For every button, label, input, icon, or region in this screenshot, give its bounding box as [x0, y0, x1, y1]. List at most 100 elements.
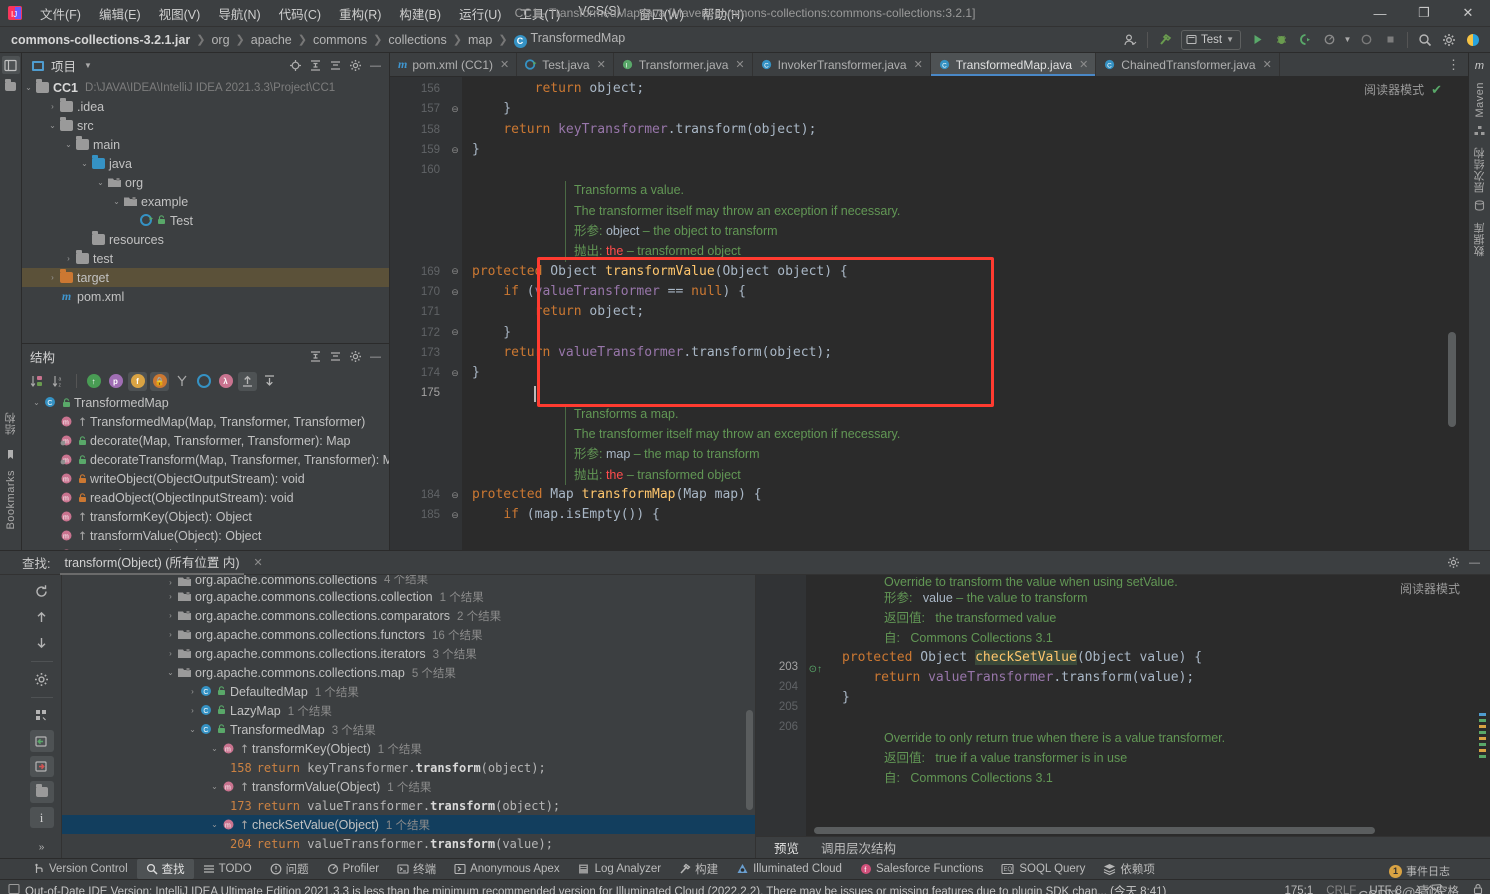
project-tree-node-3[interactable]: ⌄ java — [22, 154, 389, 173]
find-result-row-12[interactable]: 173 return valueTransformer.transform(obj… — [62, 796, 755, 815]
rail-label-maven[interactable]: Maven — [1474, 78, 1486, 122]
project-tree-node-1[interactable]: ⌄ src — [22, 116, 389, 135]
fold-marker[interactable]: ⊖ — [448, 262, 462, 282]
show-properties-icon[interactable]: p — [106, 372, 125, 391]
indent-setting[interactable]: 4 个空格 — [1415, 883, 1459, 894]
menu-item-10[interactable]: 窗口(W) — [630, 1, 693, 26]
rail-label-structure[interactable]: 结构 — [3, 408, 19, 439]
find-result-row-8[interactable]: ⌄ C TransformedMap 3 个结果 — [62, 720, 755, 739]
find-query-tab[interactable]: transform(Object) (所有位置 内) — [60, 551, 244, 575]
hide-panel-icon[interactable]: — — [366, 56, 385, 75]
breadcrumb-item-4[interactable]: collections — [385, 32, 449, 48]
breadcrumb-item-0[interactable]: commons-collections-3.2.1.jar — [8, 32, 193, 48]
tab-close-icon[interactable]: ✕ — [1079, 58, 1088, 71]
profile-button[interactable] — [1318, 29, 1340, 50]
find-result-row-14[interactable]: 204 return valueTransformer.transform(val… — [62, 834, 755, 853]
show-interfaces-icon[interactable] — [194, 372, 213, 391]
open-in-folder-icon[interactable] — [29, 781, 54, 803]
project-tree-node-2[interactable]: ⌄ main — [22, 135, 389, 154]
bottom-tool-Illuminated Cloud[interactable]: Illuminated Cloud — [727, 861, 851, 877]
preview-tab-0[interactable]: 预览 — [774, 838, 799, 857]
bottom-tool-SOQL Query[interactable]: EQ SOQL Query — [992, 861, 1094, 877]
tabs-more-icon[interactable]: ⋮ — [1441, 53, 1468, 76]
code-fold-gutter[interactable]: ⊖ ⊖ ⊖ ⊖ ⊖ ⊖ ⊖ ⊖ — [448, 77, 462, 550]
menu-item-7[interactable]: 运行(U) — [450, 1, 510, 26]
structure-node-7[interactable]: m transformValue(Object): Object — [22, 526, 389, 545]
show-lambdas-icon[interactable]: λ — [216, 372, 235, 391]
fold-marker[interactable]: ⊖ — [448, 140, 462, 160]
structure-hide-icon[interactable]: — — [366, 347, 385, 366]
info-icon[interactable]: i — [29, 806, 54, 829]
find-result-row-6[interactable]: › C DefaultedMap 1 个结果 — [62, 682, 755, 701]
menu-item-2[interactable]: 视图(V) — [150, 1, 210, 26]
editor-tab-5[interactable]: C ChainedTransformer.java ✕ — [1096, 53, 1280, 76]
fold-marker[interactable]: ⊖ — [448, 282, 462, 302]
group-icon[interactable] — [30, 705, 54, 727]
tab-close-icon[interactable]: ✕ — [914, 58, 923, 71]
sort-by-visibility-icon[interactable] — [28, 372, 47, 391]
profile-dropdown-icon[interactable]: ▼ — [1342, 29, 1353, 50]
scroll-from-source-icon[interactable] — [238, 371, 257, 391]
breadcrumb-item-1[interactable]: org — [208, 32, 232, 48]
menu-item-4[interactable]: 代码(C) — [270, 1, 330, 26]
find-results-tree[interactable]: › org.apache.commons.collections 4 个结果 › org… — [62, 575, 755, 858]
project-tree-root[interactable]: ⌄ CC1 D:\JAVA\IDEA\IntelliJ IDEA 2021.3.3\… — [22, 78, 389, 97]
breadcrumb-class[interactable]: C TransformedMap — [511, 30, 629, 49]
expand-all-icon[interactable] — [306, 56, 325, 75]
show-anonymous-icon[interactable] — [172, 372, 191, 391]
stop-button[interactable] — [1379, 29, 1401, 50]
project-tree-node-0[interactable]: › .idea — [22, 97, 389, 116]
fold-marker[interactable]: ⊖ — [448, 99, 462, 119]
maven-tool-icon[interactable]: m — [1471, 57, 1489, 75]
editor-tab-2[interactable]: I Transformer.java ✕ — [614, 53, 753, 76]
database-tool-icon[interactable] — [1471, 197, 1489, 215]
illuminated-cloud-icon[interactable] — [1462, 29, 1484, 50]
structure-node-6[interactable]: m transformKey(Object): Object — [22, 507, 389, 526]
preview-horizontal-scrollbar[interactable] — [814, 827, 1375, 834]
find-result-row-3[interactable]: › org.apache.commons.collections.functors… — [62, 625, 755, 644]
editor-tab-3[interactable]: C InvokerTransformer.java ✕ — [753, 53, 931, 76]
find-result-row-9[interactable]: ⌄ m transformKey(Object) 1 个结果 — [62, 739, 755, 758]
favorites-tool-icon[interactable] — [2, 77, 20, 95]
find-results-scrollbar[interactable] — [746, 710, 753, 810]
find-settings-gear-icon[interactable] — [1444, 553, 1463, 572]
structure-node-3[interactable]: m decorateTransform(Map, Transformer, Tra… — [22, 450, 389, 469]
menu-item-0[interactable]: 文件(F) — [31, 1, 90, 26]
fold-marker[interactable]: ⊖ — [448, 485, 462, 505]
tab-close-icon[interactable]: ✕ — [500, 58, 509, 71]
editor-scrollbar[interactable] — [1448, 332, 1456, 427]
project-chevron-down-icon[interactable]: ▼ — [84, 61, 92, 70]
menu-item-8[interactable]: 工具(T) — [510, 1, 569, 26]
bottom-tool-TODO[interactable]: TODO — [194, 861, 261, 877]
structure-node-8[interactable]: mtransformMap(Map): Map — [22, 545, 389, 550]
find-query-close-icon[interactable]: ✕ — [254, 556, 263, 569]
line-separator[interactable]: CRLF — [1326, 885, 1356, 894]
tab-close-icon[interactable]: ✕ — [1263, 58, 1272, 71]
structure-expand-all-icon[interactable] — [306, 347, 325, 366]
project-tree-node-8[interactable]: › test — [22, 249, 389, 268]
bottom-tool-Log Analyzer[interactable]: Log Analyzer — [569, 861, 671, 877]
fold-marker[interactable]: ⊖ — [448, 505, 462, 525]
project-tool-icon[interactable] — [1, 56, 20, 74]
editor-tab-1[interactable]: Test.java ✕ — [517, 53, 614, 76]
close-button[interactable]: ✕ — [1446, 0, 1490, 26]
menu-item-1[interactable]: 编辑(E) — [90, 1, 150, 26]
bottom-tool-Profiler[interactable]: Profiler — [318, 861, 388, 877]
breadcrumb-item-3[interactable]: commons — [310, 32, 370, 48]
project-settings-gear-icon[interactable] — [346, 56, 365, 75]
find-result-row-2[interactable]: › org.apache.commons.collections.comparat… — [62, 606, 755, 625]
menu-item-6[interactable]: 构建(B) — [390, 1, 450, 26]
event-log-indicator[interactable]: 1 事件日志 — [1389, 863, 1450, 879]
preview-tab-1[interactable]: 调用层次结构 — [821, 838, 896, 857]
status-message[interactable]: Out-of-Date IDE Version: IntelliJ IDEA U… — [25, 883, 1166, 894]
find-result-row-5[interactable]: ⌄ org.apache.commons.collections.map 5 个结果 — [62, 663, 755, 682]
project-tree-node-9[interactable]: › target — [22, 268, 389, 287]
code-editor[interactable]: 156 157 158 159 160 169 170 171 172 173 174 175 184 1… — [390, 77, 1468, 550]
structure-node-1[interactable]: m TransformedMap(Map, Transformer, Transf… — [22, 412, 389, 431]
find-hide-icon[interactable]: — — [1465, 553, 1484, 572]
bottom-tool-依赖项[interactable]: 依赖项 — [1094, 859, 1164, 879]
bottom-tool-构建[interactable]: 构建 — [670, 859, 727, 879]
export-left-icon[interactable] — [29, 730, 54, 752]
scroll-to-source-icon[interactable] — [260, 372, 279, 391]
rail-label-hierarchy[interactable]: 层次结构 — [1472, 143, 1488, 197]
